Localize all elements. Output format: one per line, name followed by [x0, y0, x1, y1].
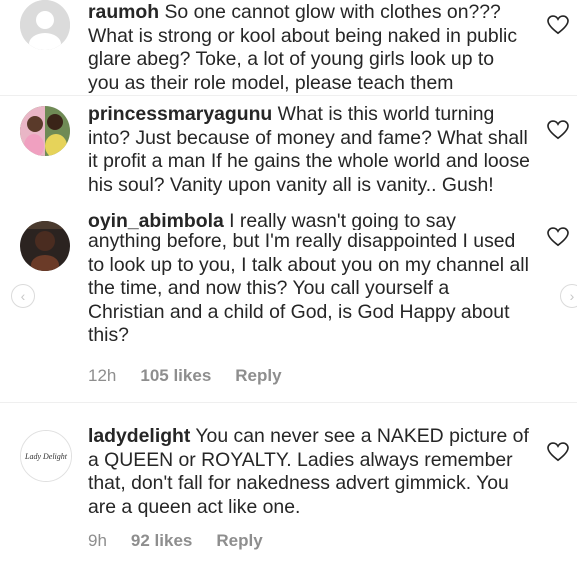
timestamp: 9h: [88, 531, 107, 550]
comment-meta: 12h 105 likes Reply: [88, 366, 282, 386]
comment-text: princessmaryagunu What is this world tur…: [88, 103, 530, 197]
divider: [0, 402, 577, 403]
comment-text: oyin_abimbola I really wasn't going to s…: [88, 213, 530, 348]
timestamp: 12h: [88, 366, 117, 385]
avatar[interactable]: Lady Delight: [20, 430, 72, 482]
avatar[interactable]: [20, 106, 70, 156]
comment-body: anything before, but I'm really disappoi…: [88, 230, 529, 346]
chevron-left-icon[interactable]: ‹: [11, 284, 35, 308]
username[interactable]: ladydelight: [88, 425, 190, 447]
heart-icon[interactable]: [547, 442, 569, 462]
comment-text: ladydelight You can never see a NAKED pi…: [88, 425, 530, 519]
reply-button[interactable]: Reply: [235, 366, 281, 386]
comment-meta: 9h 92 likes Reply: [88, 531, 263, 551]
profile-photo: [20, 221, 70, 271]
heart-icon[interactable]: [547, 15, 569, 35]
divider: [0, 95, 577, 96]
avatar[interactable]: [20, 221, 70, 271]
username[interactable]: oyin_abimbola: [88, 213, 224, 230]
username[interactable]: raumoh: [88, 1, 159, 23]
reply-button[interactable]: Reply: [216, 531, 262, 551]
comment-text: raumoh So one cannot glow with clothes o…: [88, 1, 530, 95]
likes-count[interactable]: 92 likes: [131, 531, 192, 551]
likes-count[interactable]: 105 likes: [140, 366, 211, 386]
default-avatar-icon: [20, 0, 70, 50]
heart-icon[interactable]: [547, 120, 569, 140]
chevron-right-icon[interactable]: ›: [560, 284, 577, 308]
comment-body-start: I really wasn't going to say: [229, 213, 456, 230]
brand-logo: Lady Delight: [21, 431, 71, 481]
comment-first-line: oyin_abimbola I really wasn't going to s…: [88, 213, 530, 230]
heart-icon[interactable]: [547, 227, 569, 247]
profile-photo: [20, 106, 70, 156]
username[interactable]: princessmaryagunu: [88, 103, 272, 125]
logo-text: Lady Delight: [24, 452, 68, 461]
avatar[interactable]: [20, 0, 70, 50]
